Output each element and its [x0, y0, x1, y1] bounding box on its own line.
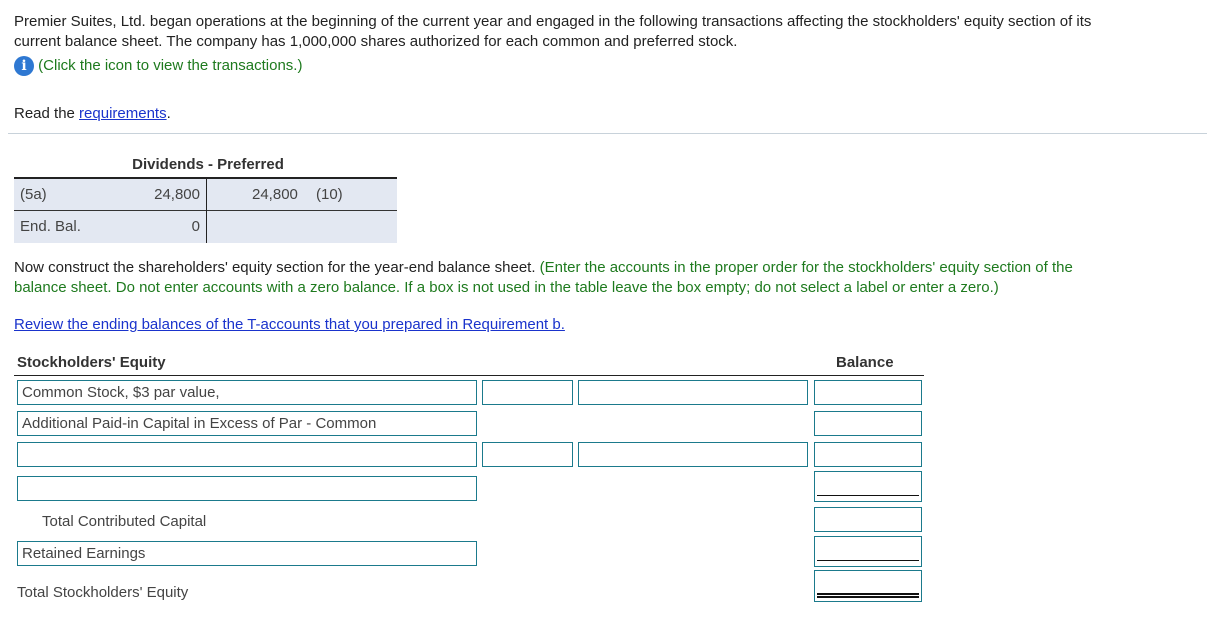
requirements-suffix: . — [166, 105, 171, 122]
instructions-note-2: balance sheet. Do not enter accounts wit… — [14, 279, 999, 296]
intro-paragraph: Premier Suites, Ltd. began operations at… — [14, 12, 1091, 52]
t-account-divider — [206, 179, 207, 243]
account-select[interactable] — [17, 442, 477, 467]
account-select-retained-earnings[interactable]: Retained Earnings — [17, 541, 477, 566]
t-account-title: Dividends - Preferred — [132, 156, 284, 173]
account-select-apic[interactable]: Additional Paid-in Capital in Excess of … — [17, 411, 477, 436]
t-row-label: (5a) — [20, 186, 47, 203]
t-account: (5a) 24,800 24,800 (10) End. Bal. 0 — [14, 177, 397, 243]
t-debit-amount: 24,800 — [154, 186, 200, 203]
requirements-prefix: Read the — [14, 105, 80, 122]
t-row-label: End. Bal. — [20, 218, 81, 235]
instructions-lead: Now construct the shareholders' equity s… — [14, 259, 540, 276]
info-text: (Click the icon to view the transactions… — [38, 57, 303, 74]
intro-line-1: Premier Suites, Ltd. began operations at… — [14, 13, 1092, 30]
t-debit-amount: 0 — [191, 218, 200, 235]
requirements-link[interactable]: requirements — [79, 105, 167, 122]
review-t-accounts-link[interactable]: Review the ending balances of the T-acco… — [14, 316, 565, 333]
balance-input[interactable] — [814, 380, 922, 405]
balance-input[interactable] — [814, 411, 922, 436]
t-credit-amount: 24,800 — [252, 186, 298, 203]
section-divider — [8, 133, 1207, 134]
instructions: Now construct the shareholders' equity s… — [14, 258, 1194, 298]
t-credit-ref: (10) — [316, 186, 343, 203]
requirements-line: Read the requirements. — [14, 104, 171, 124]
total-contributed-capital-input[interactable] — [814, 507, 922, 532]
balance-input[interactable] — [814, 442, 922, 467]
balance-input[interactable] — [814, 471, 922, 502]
balance-input[interactable] — [814, 536, 922, 567]
total-contributed-capital-label: Total Contributed Capital — [42, 513, 207, 530]
total-stockholders-equity-label: Total Stockholders' Equity — [17, 584, 189, 601]
shares-description-select[interactable] — [578, 380, 808, 405]
transactions-info: i (Click the icon to view the transactio… — [14, 56, 303, 77]
review-line: Review the ending balances of the T-acco… — [14, 315, 565, 335]
account-select[interactable] — [17, 476, 477, 501]
total-stockholders-equity-input[interactable] — [814, 570, 922, 602]
shares-description-select[interactable] — [578, 442, 808, 467]
account-select-common-stock[interactable]: Common Stock, $3 par value, — [17, 380, 477, 405]
shares-input[interactable] — [482, 380, 573, 405]
header-rule — [14, 375, 924, 376]
shares-input[interactable] — [482, 442, 573, 467]
balance-header: Balance — [836, 354, 894, 371]
intro-line-2: current balance sheet. The company has 1… — [14, 33, 738, 50]
info-icon[interactable]: i — [14, 56, 34, 77]
equity-header: Stockholders' Equity — [17, 354, 166, 371]
instructions-note-1: (Enter the accounts in the proper order … — [539, 259, 1073, 276]
